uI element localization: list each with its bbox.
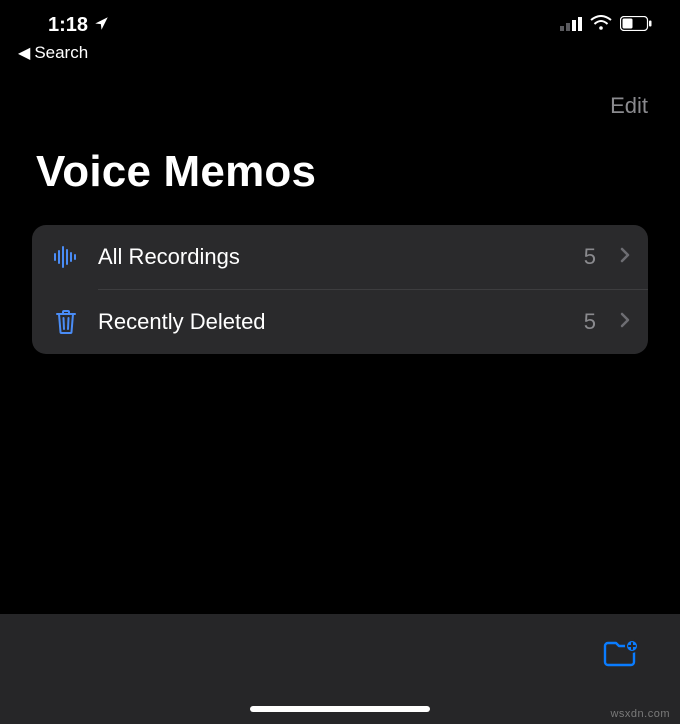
back-chevron-icon: ◀ xyxy=(18,43,30,63)
new-folder-icon xyxy=(602,656,640,671)
folder-label: All Recordings xyxy=(98,244,566,270)
folder-recently-deleted[interactable]: Recently Deleted 5 xyxy=(32,290,648,354)
battery-icon xyxy=(620,14,652,37)
edit-button[interactable]: Edit xyxy=(610,93,648,119)
home-indicator[interactable] xyxy=(250,706,430,712)
wifi-icon xyxy=(590,14,612,37)
status-left: 1:18 xyxy=(48,14,109,37)
back-label: Search xyxy=(34,43,88,63)
folder-count: 5 xyxy=(584,244,596,270)
watermark: wsxdn.com xyxy=(610,708,670,720)
status-right xyxy=(560,14,652,37)
folder-count: 5 xyxy=(584,309,596,335)
new-folder-button[interactable] xyxy=(602,638,640,671)
cellular-icon xyxy=(560,14,582,37)
page-title: Voice Memos xyxy=(0,119,680,225)
folder-label: Recently Deleted xyxy=(98,309,566,335)
back-nav[interactable]: ◀ Search xyxy=(0,41,680,73)
status-bar: 1:18 xyxy=(0,0,680,41)
chevron-right-icon xyxy=(620,246,630,269)
folder-list: All Recordings 5 Recently Deleted 5 xyxy=(32,225,648,354)
folder-all-recordings[interactable]: All Recordings 5 xyxy=(32,225,648,289)
chevron-right-icon xyxy=(620,311,630,334)
waveform-icon xyxy=(52,243,80,271)
status-time: 1:18 xyxy=(48,14,88,37)
trash-icon xyxy=(52,308,80,336)
location-icon xyxy=(94,14,109,37)
nav-bar: Edit xyxy=(0,73,680,119)
